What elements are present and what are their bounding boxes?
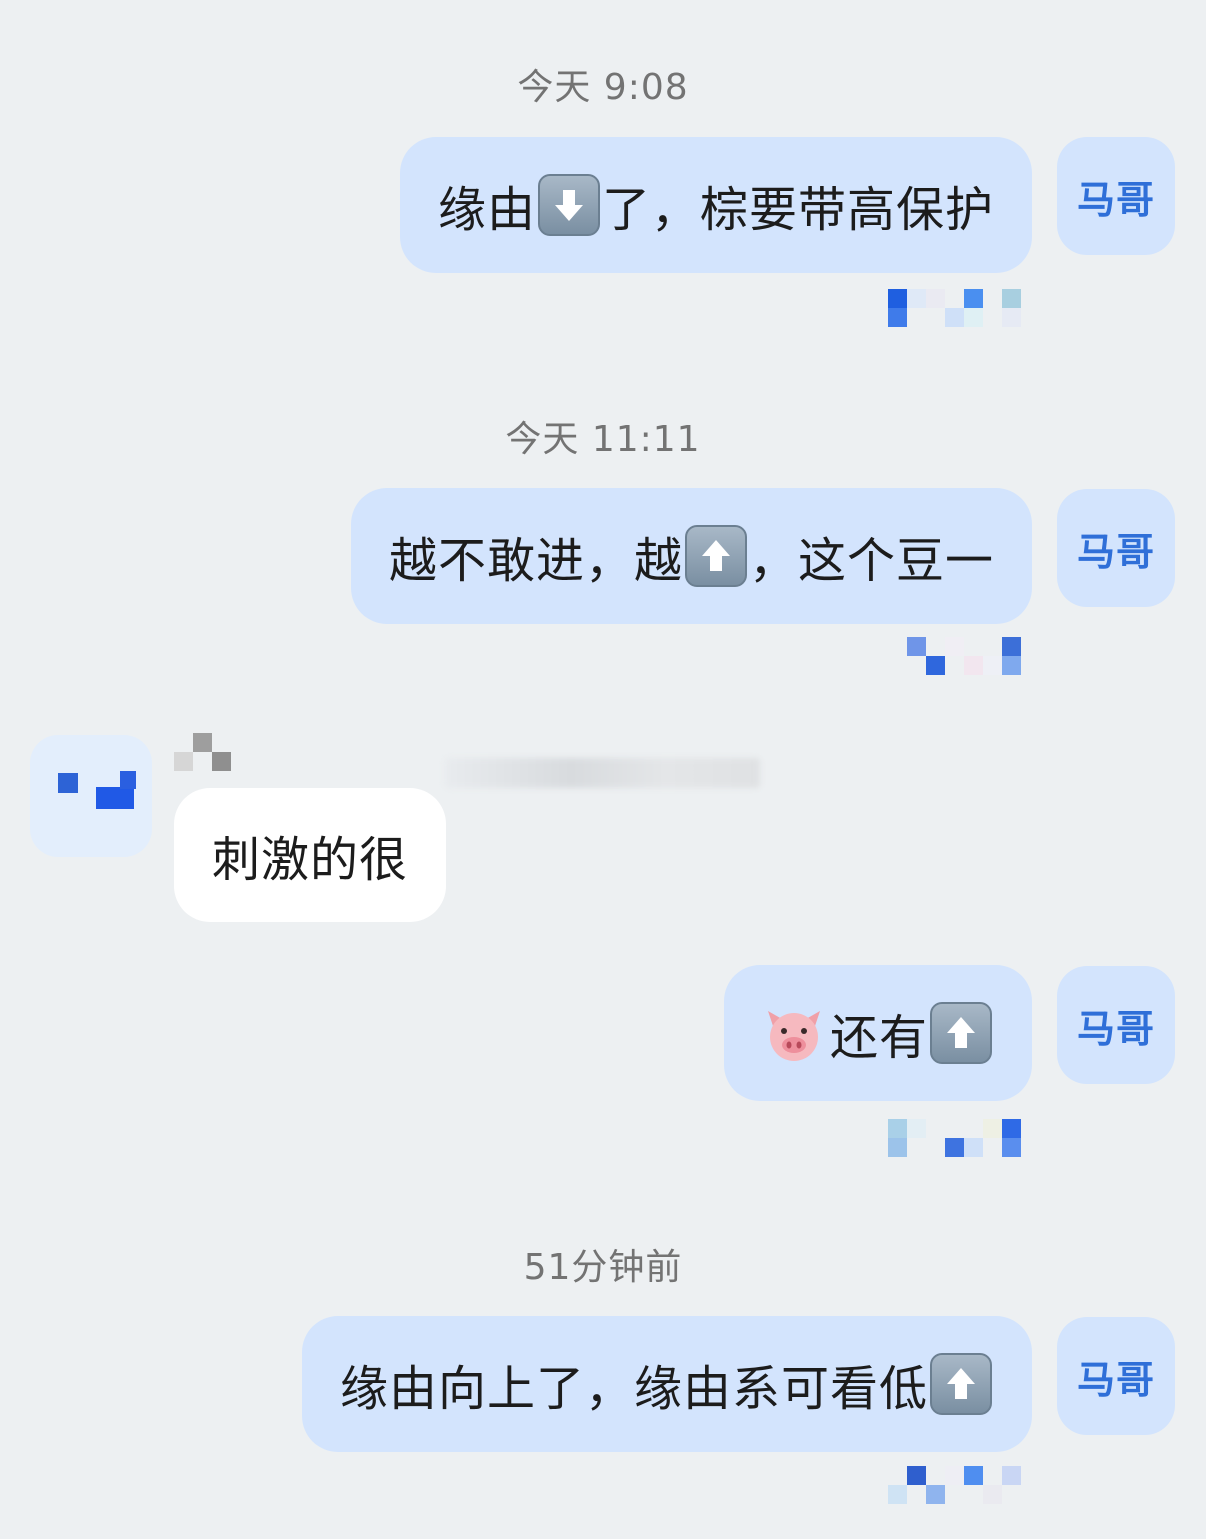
down-arrow-icon (537, 174, 600, 236)
message-bubble-other[interactable]: 刺激的很 (174, 788, 447, 922)
avatar-self[interactable]: 马哥 (1057, 966, 1175, 1084)
message-bubble-self[interactable]: 缘由 了，棕要带高保护 (399, 137, 1032, 273)
avatar-self[interactable]: 马哥 (1057, 137, 1175, 255)
message-bubble-self[interactable]: 越不敢进，越 ，这个豆一 (350, 488, 1032, 624)
up-arrow-icon (930, 1002, 992, 1064)
up-arrow-icon (684, 525, 747, 587)
avatar-self[interactable]: 马哥 (1057, 1317, 1175, 1435)
message-text: 缘由 (437, 182, 536, 238)
up-arrow-icon (930, 1353, 992, 1415)
timestamp: 51分钟前 (523, 1247, 683, 1288)
blurred-text (445, 758, 760, 788)
message-bubble-self[interactable]: 缘由向上了，缘由系可看低 (301, 1316, 1032, 1452)
pig-face-icon (762, 1001, 830, 1065)
message-text: 还有 (829, 1010, 928, 1066)
timestamp: 今天 9:08 (517, 67, 689, 108)
avatar-self[interactable]: 马哥 (1057, 489, 1175, 607)
timestamp: 今天 11:11 (505, 419, 701, 460)
message-text: 缘由向上了，缘由系可看低 (339, 1361, 928, 1417)
message-bubble-self[interactable]: 还有 (723, 965, 1032, 1101)
message-text: ，这个豆一 (748, 533, 994, 589)
message-text: 了，棕要带高保护 (601, 182, 994, 238)
message-text: 越不敢进，越 (388, 533, 683, 589)
message-text: 刺激的很 (212, 832, 409, 888)
avatar-other[interactable] (30, 735, 152, 857)
